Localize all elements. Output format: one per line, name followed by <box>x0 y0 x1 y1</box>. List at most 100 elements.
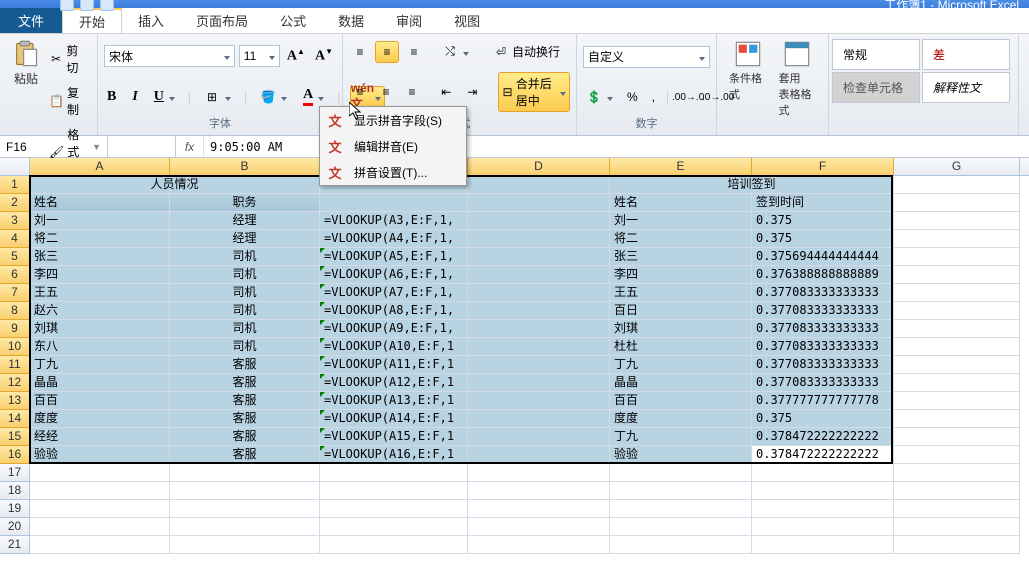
cell[interactable]: 验验 <box>30 446 170 464</box>
cell[interactable] <box>468 320 610 338</box>
cell[interactable] <box>894 446 1020 464</box>
cell[interactable]: 0.378472222222222 <box>752 446 894 464</box>
cell[interactable]: 验验 <box>610 446 752 464</box>
merge-center-button[interactable]: ⊟合并后居中 <box>498 72 570 112</box>
cell[interactable]: =VLOOKUP(A5,E:F,1, <box>320 248 468 266</box>
cell[interactable] <box>894 374 1020 392</box>
cell[interactable] <box>320 518 468 536</box>
cell[interactable] <box>468 338 610 356</box>
cell[interactable]: 0.377083333333333 <box>752 374 894 392</box>
cell[interactable]: 客服 <box>170 356 320 374</box>
cell[interactable]: 姓名 <box>30 194 170 212</box>
cell[interactable]: 0.377083333333333 <box>752 356 894 374</box>
cell[interactable] <box>894 500 1020 518</box>
fill-color-button[interactable]: 🪣 <box>257 87 290 107</box>
cell[interactable]: 司机 <box>170 338 320 356</box>
file-tab[interactable]: 文件 <box>0 8 62 33</box>
cell[interactable]: 将二 <box>30 230 170 248</box>
conditional-formatting-button[interactable]: 条件格式 <box>723 36 773 135</box>
cell[interactable]: =VLOOKUP(A11,E:F,1 <box>320 356 468 374</box>
fx-icon[interactable]: fx <box>176 136 204 157</box>
cell[interactable] <box>320 500 468 518</box>
cell[interactable]: 百日 <box>610 302 752 320</box>
row-header[interactable]: 3 <box>0 212 30 230</box>
cell[interactable]: 客服 <box>170 446 320 464</box>
cell[interactable] <box>468 536 610 554</box>
col-header-D[interactable]: D <box>468 158 610 175</box>
cell[interactable]: =VLOOKUP(A15,E:F,1 <box>320 428 468 446</box>
tab-data[interactable]: 数据 <box>322 8 380 33</box>
cell[interactable]: 李四 <box>30 266 170 284</box>
cell[interactable] <box>468 356 610 374</box>
cell[interactable] <box>752 518 894 536</box>
save-icon[interactable] <box>60 0 74 11</box>
increase-font-button[interactable]: A▲ <box>284 45 308 67</box>
row-header[interactable]: 14 <box>0 410 30 428</box>
cell[interactable] <box>170 536 320 554</box>
row-header[interactable]: 21 <box>0 536 30 554</box>
cell[interactable]: 0.377777777777778 <box>752 392 894 410</box>
phonetic-show-field[interactable]: 文 显示拼音字段(S) <box>320 107 466 133</box>
style-normal[interactable]: 常规 <box>832 39 920 70</box>
cell[interactable] <box>468 446 610 464</box>
row-header[interactable]: 5 <box>0 248 30 266</box>
cell[interactable]: 培训签到 <box>610 176 894 194</box>
cell[interactable] <box>170 482 320 500</box>
cell[interactable] <box>468 230 610 248</box>
cell[interactable] <box>894 266 1020 284</box>
align-left-button[interactable]: ≡ <box>349 82 371 102</box>
redo-icon[interactable] <box>100 0 114 11</box>
row-header[interactable]: 4 <box>0 230 30 248</box>
cell[interactable] <box>894 194 1020 212</box>
cell[interactable]: 晶晶 <box>610 374 752 392</box>
cell[interactable] <box>30 536 170 554</box>
cell[interactable]: =VLOOKUP(A13,E:F,1 <box>320 392 468 410</box>
cell[interactable]: 经理 <box>170 212 320 230</box>
cell[interactable]: 客服 <box>170 428 320 446</box>
row-header[interactable]: 17 <box>0 464 30 482</box>
cell[interactable] <box>894 248 1020 266</box>
bold-button[interactable]: B <box>104 87 119 107</box>
row-header[interactable]: 1 <box>0 176 30 194</box>
cell[interactable]: =VLOOKUP(A14,E:F,1 <box>320 410 468 428</box>
cell[interactable] <box>170 518 320 536</box>
spreadsheet-grid[interactable]: A B C D E F G 1 人员情况 培训签到 2 姓名 职务 姓名 签到时… <box>0 158 1029 578</box>
increase-indent-button[interactable]: ⇥ <box>461 82 483 102</box>
align-bottom-button[interactable]: ≡ <box>403 42 425 62</box>
cell[interactable]: 0.375 <box>752 212 894 230</box>
cell[interactable] <box>894 212 1020 230</box>
align-center-button[interactable]: ≡ <box>375 82 397 102</box>
cell[interactable]: 职务 <box>170 194 320 212</box>
number-format-select[interactable]: 自定义 <box>583 46 710 68</box>
currency-button[interactable]: 💲 <box>583 87 616 107</box>
tab-home[interactable]: 开始 <box>62 8 122 33</box>
cell[interactable] <box>894 302 1020 320</box>
cell[interactable]: 人员情况 <box>30 176 320 194</box>
cell[interactable] <box>468 248 610 266</box>
cell[interactable]: 刘一 <box>30 212 170 230</box>
cell[interactable] <box>468 482 610 500</box>
cell[interactable] <box>610 518 752 536</box>
row-header[interactable]: 7 <box>0 284 30 302</box>
tab-view[interactable]: 视图 <box>438 8 496 33</box>
row-header[interactable]: 19 <box>0 500 30 518</box>
cell[interactable]: =VLOOKUP(A10,E:F,1 <box>320 338 468 356</box>
select-all-corner[interactable] <box>0 158 30 175</box>
cell[interactable]: 0.376388888888889 <box>752 266 894 284</box>
row-header[interactable]: 9 <box>0 320 30 338</box>
phonetic-settings[interactable]: 文 拼音设置(T)... <box>320 159 466 185</box>
cell[interactable]: 晶晶 <box>30 374 170 392</box>
cell[interactable] <box>894 464 1020 482</box>
decrease-font-button[interactable]: A▼ <box>312 45 336 67</box>
cell[interactable]: 司机 <box>170 248 320 266</box>
decrease-indent-button[interactable]: ⇤ <box>435 82 457 102</box>
phonetic-edit[interactable]: 文 编辑拼音(E) <box>320 133 466 159</box>
col-header-G[interactable]: G <box>894 158 1020 175</box>
cell[interactable] <box>320 194 468 212</box>
cell[interactable] <box>170 500 320 518</box>
cell[interactable]: 刘琪 <box>30 320 170 338</box>
cell[interactable] <box>30 482 170 500</box>
cell[interactable]: =VLOOKUP(A16,E:F,1 <box>320 446 468 464</box>
cell[interactable] <box>468 500 610 518</box>
cell[interactable] <box>894 338 1020 356</box>
